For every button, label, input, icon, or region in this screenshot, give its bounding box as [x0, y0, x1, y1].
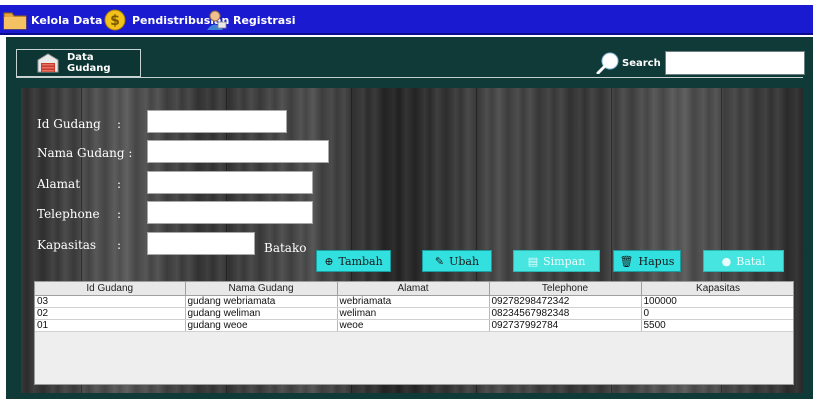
gudang-grid: Id Gudang Nama Gudang Alamat Telephone K…	[35, 282, 793, 332]
column-header-kapasitas[interactable]: Kapasitas	[641, 282, 793, 296]
menu-kelola-data[interactable]: Kelola Data	[3, 8, 102, 32]
table-cell: gudang webriamata	[185, 295, 338, 308]
label-nama-gudang: Nama Gudang :	[37, 146, 133, 160]
simpan-button[interactable]: ▤ Simpan	[513, 250, 600, 272]
data-gudang-button[interactable]: Data Gudang	[16, 49, 141, 77]
search-input[interactable]	[664, 51, 805, 75]
column-header-nama-gudang[interactable]: Nama Gudang	[185, 282, 338, 296]
table-header-row: Id Gudang Nama Gudang Alamat Telephone K…	[35, 282, 793, 296]
column-header-id-gudang[interactable]: Id Gudang	[35, 282, 186, 296]
table-cell: weoe	[337, 319, 490, 332]
table-cell: 08234567982348	[489, 307, 642, 320]
table-cell: gudang weoe	[185, 319, 338, 332]
user-icon	[205, 9, 227, 31]
menu-registrasi-label: Registrasi	[233, 13, 296, 27]
table-cell: 09278298472342	[489, 295, 642, 308]
nama-gudang-field[interactable]	[147, 140, 329, 163]
search-area: Search	[596, 51, 805, 75]
table-row[interactable]: 01 gudang weoe weoe 092737992784 5500	[35, 319, 793, 332]
batal-label: Batal	[736, 254, 766, 268]
ubah-button[interactable]: ✎ Ubah	[422, 250, 492, 272]
table-cell: webriamata	[337, 295, 490, 308]
table-row[interactable]: 03 gudang webriamata webriamata 09278298…	[35, 295, 793, 308]
search-label: Search	[622, 57, 661, 69]
plus-circle-icon: ⊕	[324, 254, 334, 268]
menu-registrasi[interactable]: Registrasi	[205, 8, 296, 32]
alamat-field[interactable]	[147, 171, 313, 194]
table-cell: 0	[641, 307, 793, 320]
colon-id-gudang: :	[117, 117, 122, 131]
table-cell: 092737992784	[489, 319, 642, 332]
cancel-icon: ●	[721, 254, 732, 268]
telephone-field[interactable]	[147, 201, 313, 224]
save-icon: ▤	[527, 254, 539, 268]
table-cell: 100000	[641, 295, 793, 308]
warehouse-icon	[37, 53, 59, 73]
folder-icon	[3, 9, 27, 31]
svg-text:$: $	[110, 13, 120, 29]
colon-alamat: :	[117, 177, 122, 191]
batal-button[interactable]: ● Batal	[703, 250, 784, 272]
table-row[interactable]: 02 gudang weliman weliman 08234567982348…	[35, 307, 793, 320]
tambah-button[interactable]: ⊕ Tambah	[316, 250, 391, 272]
tambah-label: Tambah	[338, 254, 383, 268]
table-cell: 01	[35, 319, 186, 332]
gudang-table: Id Gudang Nama Gudang Alamat Telephone K…	[34, 281, 794, 385]
search-icon	[596, 52, 620, 74]
table-cell: 03	[35, 295, 186, 308]
pencil-icon: ✎	[434, 254, 445, 268]
table-cell: gudang weliman	[185, 307, 338, 320]
kapasitas-unit: Batako	[264, 241, 307, 255]
menu-kelola-data-label: Kelola Data	[31, 13, 103, 27]
colon-telephone: :	[117, 207, 122, 221]
header-divider	[16, 77, 803, 78]
hapus-label: Hapus	[638, 254, 675, 268]
coin-icon: $	[104, 9, 126, 31]
simpan-label: Simpan	[543, 254, 586, 268]
label-telephone: Telephone	[37, 207, 100, 221]
label-kapasitas: Kapasitas	[37, 238, 97, 252]
label-alamat: Alamat	[37, 177, 81, 191]
ubah-label: Ubah	[449, 254, 480, 268]
id-gudang-field[interactable]	[147, 110, 287, 133]
label-id-gudang: Id Gudang	[37, 117, 101, 131]
table-cell: 02	[35, 307, 186, 320]
colon-kapasitas: :	[117, 238, 122, 252]
column-header-telephone[interactable]: Telephone	[489, 282, 642, 296]
trash-icon: 🗑	[619, 254, 634, 268]
column-header-alamat[interactable]: Alamat	[337, 282, 490, 296]
table-cell: 5500	[641, 319, 793, 332]
hapus-button[interactable]: 🗑 Hapus	[613, 250, 681, 272]
menu-bar: Kelola Data $ Pendistribusian Registrasi	[0, 5, 813, 35]
kapasitas-field[interactable]	[147, 232, 255, 255]
data-gudang-label: Data Gudang	[67, 52, 111, 74]
table-cell: weliman	[337, 307, 490, 320]
